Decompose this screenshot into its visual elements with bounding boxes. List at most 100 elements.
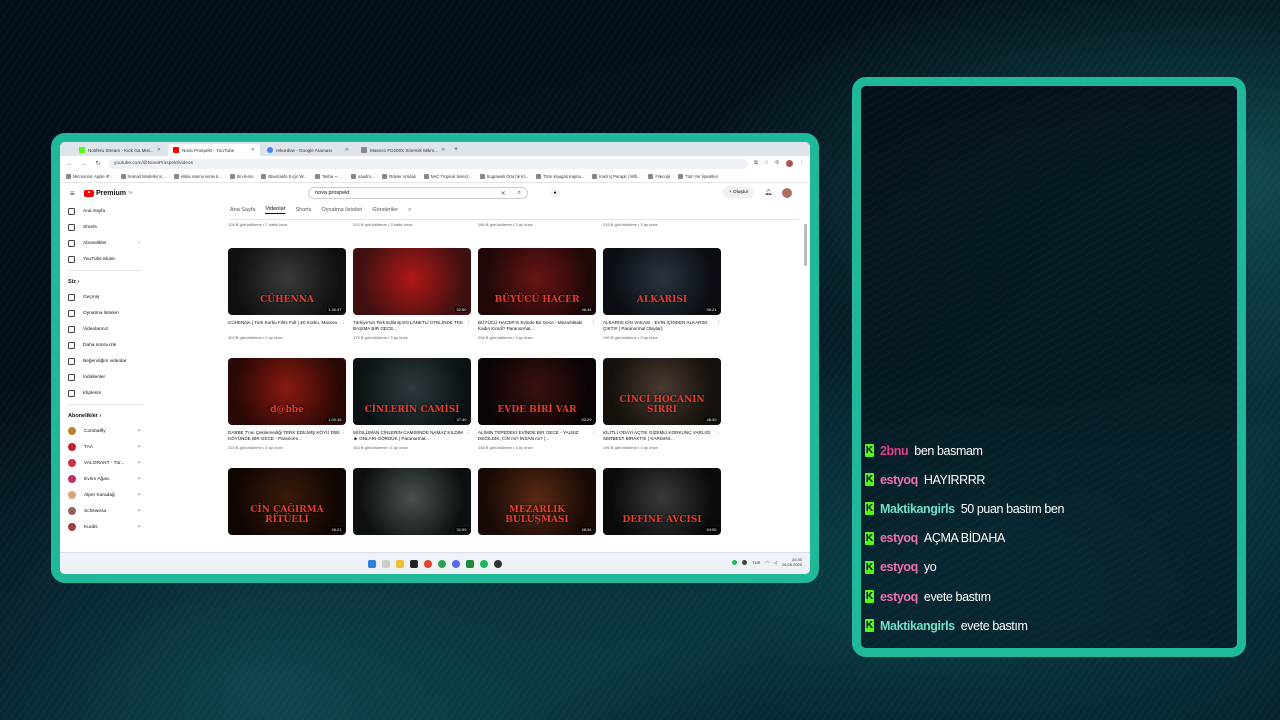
sidebar-item[interactable]: Videolarınız [68,321,150,337]
bookmark-item[interactable]: Microsonic Apple iP... [66,174,113,179]
more-options-icon[interactable]: ⋮ [466,320,471,326]
close-tab-icon[interactable]: ✕ [157,147,161,153]
close-tab-icon[interactable]: ✕ [251,147,255,153]
scrollbar[interactable] [804,224,807,266]
windows-start-icon[interactable] [368,559,376,568]
tray-icon[interactable] [732,559,738,565]
channel-tab[interactable]: Videolar [265,206,286,214]
bookmark-item[interactable]: Tasha — ... [314,174,343,179]
chat-username[interactable]: estyoq [880,473,918,487]
section-title-you[interactable]: Siz › [68,275,150,289]
video-title[interactable]: CÜHENNA | Türk Korku Filmi Full | 4K Kor… [228,320,346,332]
video-thumbnail[interactable]: DEFİNE AVCISI 54:05 [603,468,721,535]
subscription-item[interactable]: Alper Karadağ • [68,487,150,503]
language-indicator[interactable]: TUR [752,560,760,565]
video-thumbnail[interactable]: CİN ÇAĞIRMA RİTÜELİ 45:21 [228,468,346,535]
video-title[interactable]: MÜSLÜMAN CİNLERİN CAMİSİNDE NAMAZ KILDIM… [353,430,471,442]
close-tab-icon[interactable]: ✕ [345,147,349,153]
bookmark-item[interactable]: Sugraweli Orta hk Kl... [479,174,528,179]
notifications-bell-icon[interactable]: 🔔︎ [764,189,772,196]
bookmark-item[interactable]: Nomad Modeller K... [120,174,166,179]
profile-avatar[interactable] [785,160,793,167]
create-button[interactable]: + Oluştur [722,187,755,198]
bookmark-item[interactable]: Rdeler Arridali [382,174,416,179]
app-icon[interactable] [466,559,474,568]
sidebar-item[interactable]: Oynatma listeleri [68,305,150,321]
bookmark-item[interactable]: Trize Kaugati Kajma... [536,174,584,179]
tray-icon[interactable] [742,559,748,565]
back-icon[interactable]: ← [66,161,74,167]
terminal-icon[interactable] [410,559,418,568]
more-options-icon[interactable]: ⋮ [341,430,346,436]
install-icon[interactable]: ⧉ [754,160,758,167]
channel-search-icon[interactable]: ⌕ [408,207,411,214]
extensions-icon[interactable]: ✣ [775,160,780,167]
channel-tab[interactable]: Oynatma listeleri [321,207,362,213]
bookmark-item[interactable]: Tüm Yer İşaretleri [678,174,718,179]
obs-icon[interactable] [494,559,502,568]
bookmark-item[interactable]: Kadi İç Parapit | Wifi... [592,174,640,179]
channel-tab[interactable]: Ana Sayfa [230,207,255,213]
volume-icon[interactable]: ◁ [774,560,777,565]
bookmark-item[interactable]: uaadm... [351,174,374,179]
video-title[interactable]: DABBE 7'nin Çekilemediği TERK EDİLMİŞ KÖ… [228,430,346,442]
browser-tab[interactable]: Nosferu Stream - Kick Ga Misi... ✕ [74,144,166,156]
chat-username[interactable]: Maktikangirls [880,502,955,516]
video-card[interactable]: EVDE BİRİ VAR 53:29 ALİMİN TEPEDEKİ EVİNDE… [478,358,596,450]
more-options-icon[interactable]: ⋮ [716,430,721,436]
channel-tab[interactable]: Gönderiler [372,207,398,213]
sidebar-item[interactable]: Abonelikler › [68,235,150,251]
clock[interactable]: 20:30 26.06.2025 [782,557,802,567]
video-thumbnail[interactable]: ALKARISI 56:21 [603,248,721,315]
video-card[interactable]: MEZARLIK BULUŞMASI 48:34 [478,468,596,535]
video-thumbnail[interactable]: MEZARLIK BULUŞMASI 48:34 [478,468,596,535]
clear-search-icon[interactable]: ✕ [501,190,506,197]
more-options-icon[interactable]: ⋮ [341,320,346,326]
more-options-icon[interactable]: ⋮ [716,320,721,326]
video-thumbnail[interactable]: CİNLERİN CAMİSİ 47:40 [353,358,471,425]
video-thumbnail[interactable]: CÜHENNA 1:30:37 [228,248,346,315]
menu-icon[interactable]: ⋮ [799,160,805,167]
star-icon[interactable]: ☆ [764,160,769,167]
video-card[interactable]: CÜHENNA 1:30:37 CÜHENNA | Türk Korku Filmi… [228,248,346,340]
video-title[interactable]: ALKARISI CİN VAKASI - EVİN İÇİNDEN ALKAR… [603,320,721,332]
sidebar-item[interactable]: Shorts [68,219,150,235]
subscription-item[interactable]: Kurdis • [68,519,150,535]
chat-username[interactable]: estyoq [880,590,918,604]
browser-tab[interactable]: rekordow - Google Araması ✕ [262,144,354,156]
video-card[interactable]: 52:50 Türkiye'nin Terk Edilmiş EN LANETLİ… [353,248,471,340]
video-title[interactable]: KİLİTLİ ODAYI AÇTIK GİZEMLİ KORKUNÇ VARL… [603,430,721,442]
subscription-item[interactable]: Schewesa • [68,503,150,519]
video-card[interactable]: CİN ÇAĞIRMA RİTÜELİ 45:21 [228,468,346,535]
browser-tab[interactable]: Masnco FD200X Sinemik Mikro... ✕ [356,144,448,156]
subscription-item[interactable]: Evrim Ağacı • [68,471,150,487]
url-input[interactable]: youtube.com/@NovaProspekt/videos [108,158,749,169]
close-tab-icon[interactable]: ✕ [441,147,445,153]
video-thumbnail[interactable]: CİNCİ HOCANIN SIRRI 48:30 [603,358,721,425]
video-card[interactable]: CİNLERİN CAMİSİ 47:40 MÜSLÜMAN CİNLERİN CA… [353,358,471,450]
video-thumbnail[interactable]: EVDE BİRİ VAR 53:29 [478,358,596,425]
sidebar-item[interactable]: YouTube Music [68,251,150,267]
video-card[interactable]: ALKARISI 56:21 ALKARISI CİN VAKASI - EVİN … [603,248,721,340]
channel-tab[interactable]: Shorts [295,207,311,213]
hamburger-menu-icon[interactable]: ≡ [70,189,84,198]
account-avatar[interactable] [782,187,792,198]
file-explorer-icon[interactable] [396,559,404,568]
video-card[interactable]: CİNCİ HOCANIN SIRRI 48:30 KİLİTLİ ODAYI AÇ… [603,358,721,450]
chrome-icon[interactable] [424,559,432,568]
sidebar-item[interactable]: Kliplerim [68,385,150,401]
bookmark-item[interactable]: BlueSasfo 5 için W... [261,174,307,179]
sidebar-item[interactable]: Beğendiğim videolar [68,353,150,369]
more-options-icon[interactable]: ⋮ [591,320,596,326]
sidebar-item[interactable]: Ana Sayfa [68,203,150,219]
more-options-icon[interactable]: ⋮ [466,430,471,436]
spotify-icon[interactable] [480,559,488,568]
browser-tab-active[interactable]: Nova Prospekt - YouTube ✕ [168,144,260,156]
video-card[interactable]: DEFİNE AVCISI 54:05 [603,468,721,535]
video-thumbnail[interactable]: 31:09 [353,468,471,535]
video-card[interactable]: 31:09 [353,468,471,535]
video-thumbnail[interactable]: BÜYÜCÜ HACER 46:44 [478,248,596,315]
forward-icon[interactable]: → [80,161,88,167]
new-tab-icon[interactable]: + [450,144,462,156]
chat-username[interactable]: Maktikangirls [880,619,955,633]
